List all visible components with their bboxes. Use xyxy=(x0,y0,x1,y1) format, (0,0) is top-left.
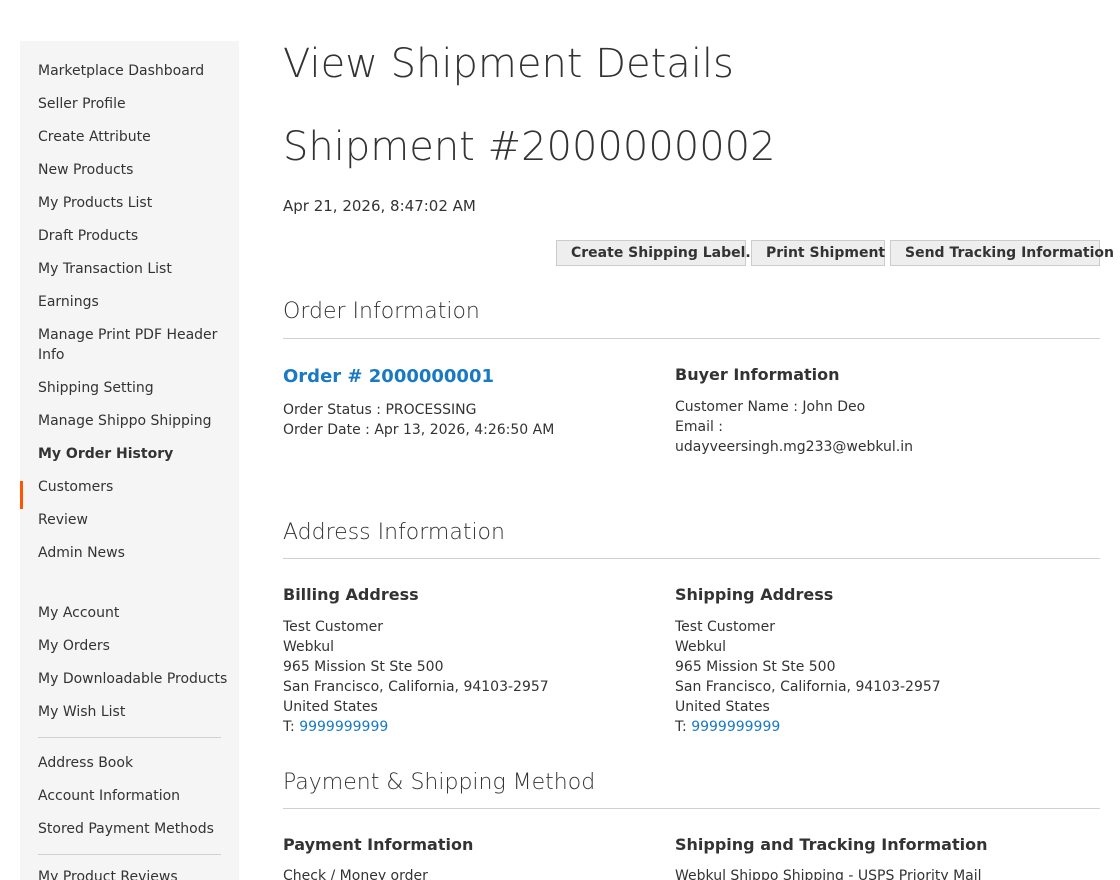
email-label: Email : xyxy=(675,419,724,435)
sidebar-item-review[interactable]: Review xyxy=(38,510,228,530)
sidebar-item-customers[interactable]: Customers xyxy=(38,477,228,497)
billing-phone-prefix: T: xyxy=(283,719,300,735)
sidebar-item-address-book[interactable]: Address Book xyxy=(38,753,228,773)
shipping-country: United States xyxy=(675,699,770,715)
sidebar-item-account-information[interactable]: Account Information xyxy=(38,786,228,806)
main-content: View Shipment Details Shipment #20000000… xyxy=(283,0,1114,880)
sidebar-item-my-products-list[interactable]: My Products List xyxy=(38,193,228,213)
sidebar-item-new-products[interactable]: New Products xyxy=(38,160,228,180)
billing-address-heading: Billing Address xyxy=(283,585,419,604)
sidebar-item-draft-products[interactable]: Draft Products xyxy=(38,226,228,246)
billing-street: 965 Mission St Ste 500 xyxy=(283,659,444,675)
shipment-date: Apr 21, 2026, 8:47:02 AM xyxy=(283,197,476,215)
payment-method: Check / Money order xyxy=(283,868,428,880)
shipping-city-line: San Francisco, California, 94103-2957 xyxy=(675,679,941,695)
order-status: Order Status : PROCESSING xyxy=(283,402,477,418)
sidebar-item-stored-payment-methods[interactable]: Stored Payment Methods xyxy=(38,819,228,839)
buyer-information-heading: Buyer Information xyxy=(675,365,840,384)
sidebar-item-shipping-setting[interactable]: Shipping Setting xyxy=(38,378,228,398)
section-divider xyxy=(283,808,1100,809)
sidebar-item-manage-print-pdf-header-info[interactable]: Manage Print PDF Header Info xyxy=(38,325,223,365)
order-information-heading: Order Information xyxy=(283,299,480,324)
sidebar-item-my-account[interactable]: My Account xyxy=(38,603,228,623)
print-shipment-button[interactable]: Print Shipment xyxy=(751,240,885,266)
sidebar-item-manage-shippo-shipping[interactable]: Manage Shippo Shipping xyxy=(38,411,228,431)
customer-name: Customer Name : John Deo xyxy=(675,399,866,415)
billing-company: Webkul xyxy=(283,639,334,655)
sidebar-item-seller-profile[interactable]: Seller Profile xyxy=(38,94,228,114)
shipping-phone-link[interactable]: 9999999999 xyxy=(691,719,780,735)
shipping-street: 965 Mission St Ste 500 xyxy=(675,659,836,675)
send-tracking-information-button[interactable]: Send Tracking Information xyxy=(890,240,1114,266)
shipping-address-heading: Shipping Address xyxy=(675,585,834,604)
shipping-tracking-heading: Shipping and Tracking Information xyxy=(675,835,988,854)
shipping-method: Webkul Shippo Shipping - USPS Priority M… xyxy=(675,868,982,880)
sidebar-item-admin-news[interactable]: Admin News xyxy=(38,543,228,563)
billing-name: Test Customer xyxy=(283,619,384,635)
shipping-phone-prefix: T: xyxy=(675,719,692,735)
billing-phone-link[interactable]: 9999999999 xyxy=(299,719,388,735)
sidebar-item-my-order-history[interactable]: My Order History xyxy=(38,444,228,464)
sidebar-item-my-transaction-list[interactable]: My Transaction List xyxy=(38,259,228,279)
sidebar-item-create-attribute[interactable]: Create Attribute xyxy=(38,127,228,147)
payment-information-heading: Payment Information xyxy=(283,835,474,854)
sidebar-item-my-wish-list[interactable]: My Wish List xyxy=(38,702,228,722)
billing-phone-line: T: 9999999999 xyxy=(283,717,388,737)
sidebar-item-my-product-reviews[interactable]: My Product Reviews xyxy=(38,867,228,880)
sidebar-item-my-downloadable-products[interactable]: My Downloadable Products xyxy=(38,669,228,689)
order-date: Order Date : Apr 13, 2026, 4:26:50 AM xyxy=(283,422,555,438)
shipping-phone-line: T: 9999999999 xyxy=(675,717,780,737)
account-sidebar: Marketplace Dashboard Seller Profile Cre… xyxy=(20,41,239,880)
shipment-title: Shipment #2000000002 xyxy=(283,124,776,170)
active-item-indicator xyxy=(20,481,23,509)
create-shipping-label-button[interactable]: Create Shipping Label... xyxy=(556,240,761,266)
address-information-heading: Address Information xyxy=(283,520,505,545)
billing-city-line: San Francisco, California, 94103-2957 xyxy=(283,679,549,695)
sidebar-item-my-orders[interactable]: My Orders xyxy=(38,636,228,656)
section-divider xyxy=(283,338,1100,339)
payment-shipping-heading: Payment & Shipping Method xyxy=(283,770,596,795)
shipping-company: Webkul xyxy=(675,639,726,655)
email-value: udayveersingh.mg233@webkul.in xyxy=(675,439,914,455)
section-divider xyxy=(283,558,1100,559)
sidebar-item-earnings[interactable]: Earnings xyxy=(38,292,228,312)
order-number-link[interactable]: Order # 2000000001 xyxy=(283,365,494,389)
sidebar-divider xyxy=(38,737,221,738)
shipping-name: Test Customer xyxy=(675,619,776,635)
billing-country: United States xyxy=(283,699,378,715)
page-title: View Shipment Details xyxy=(283,41,734,87)
sidebar-divider xyxy=(38,854,221,855)
sidebar-item-marketplace-dashboard[interactable]: Marketplace Dashboard xyxy=(38,61,228,81)
